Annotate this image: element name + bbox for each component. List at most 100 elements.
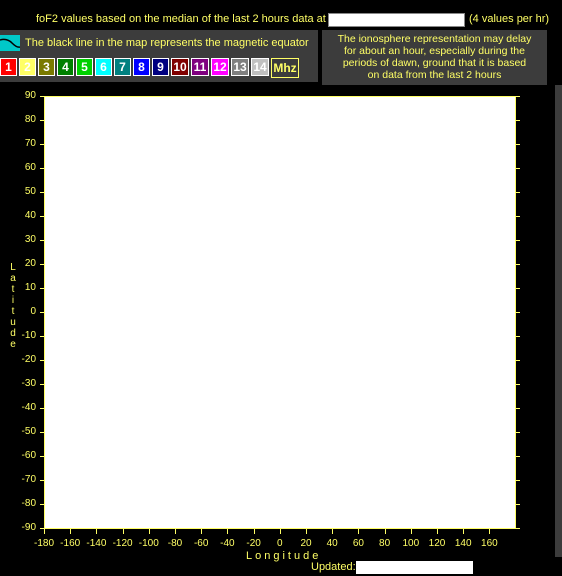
scale-swatch-2: 2 <box>19 58 36 76</box>
latitude-tick-mark <box>40 432 44 433</box>
latitude-tick-label: 40 <box>24 210 36 221</box>
longitude-tick-mark <box>306 529 307 534</box>
longitude-tick-mark <box>149 529 150 534</box>
longitude-tick-mark <box>358 529 359 534</box>
scale-swatch-10: 10 <box>171 58 189 76</box>
latitude-tick-mark <box>516 192 520 193</box>
latitude-tick-mark <box>40 144 44 145</box>
latitude-tick-mark <box>40 504 44 505</box>
latitude-tick-mark <box>40 192 44 193</box>
latitude-tick-mark <box>40 456 44 457</box>
latitude-tick-label: 80 <box>24 114 36 125</box>
latitude-title-letter: d <box>10 328 16 339</box>
longitude-tick-mark <box>44 529 45 534</box>
latitude-tick-mark <box>40 240 44 241</box>
longitude-tick-mark <box>201 529 202 534</box>
latitude-tick-mark <box>40 384 44 385</box>
scale-swatch-8: 8 <box>133 58 150 76</box>
note-panel: The ionosphere representation may delay … <box>322 30 547 85</box>
equator-text: The black line in the map represents the… <box>25 37 309 49</box>
scale-swatch-9: 9 <box>152 58 169 76</box>
scale-swatch-14: 14 <box>251 58 269 76</box>
scale-swatch-5: 5 <box>76 58 93 76</box>
scrollbar[interactable] <box>555 85 562 557</box>
longitude-tick-mark <box>70 529 71 534</box>
latitude-tick-mark <box>40 480 44 481</box>
latitude-title-letter: L <box>10 262 16 273</box>
latitude-tick-mark <box>516 360 520 361</box>
latitude-tick-mark <box>516 120 520 121</box>
note-line: The ionosphere representation may delay <box>337 33 532 45</box>
latitude-tick-mark <box>516 528 520 529</box>
latitude-tick-mark <box>516 96 520 97</box>
longitude-tick-mark <box>254 529 255 534</box>
latitude-tick-label: 70 <box>24 138 36 149</box>
longitude-tick-label: 160 <box>481 538 498 549</box>
latitude-title-letter: a <box>10 273 16 284</box>
frequency-scale: 1 2 3 4 5 6 7 8 9 10 11 12 13 14 Mhz <box>0 58 299 81</box>
latitude-tick-label: -20 <box>21 354 36 365</box>
latitude-tick-mark <box>40 360 44 361</box>
latitude-tick-mark <box>40 120 44 121</box>
latitude-tick-mark <box>40 336 44 337</box>
timestamp-field <box>328 13 465 27</box>
latitude-tick-mark <box>40 408 44 409</box>
latitude-tick-mark <box>40 312 44 313</box>
rate-label: (4 values per hr) <box>469 13 550 25</box>
latitude-tick-label: -70 <box>21 474 36 485</box>
latitude-tick-label: -50 <box>21 426 36 437</box>
latitude-title-letter: u <box>10 317 16 328</box>
longitude-tick-mark <box>175 529 176 534</box>
latitude-tick-mark <box>516 312 520 313</box>
latitude-title-letter: t <box>11 306 15 317</box>
updated-label: Updated: <box>311 561 356 573</box>
note-line: for about an hour, especially during the <box>344 45 525 57</box>
longitude-tick-mark <box>385 529 386 534</box>
longitude-tick-mark <box>489 529 490 534</box>
magnetic-equator-icon <box>0 35 20 51</box>
longitude-tick-mark <box>411 529 412 534</box>
latitude-tick-mark <box>516 336 520 337</box>
latitude-tick-mark <box>516 168 520 169</box>
latitude-tick-mark <box>516 288 520 289</box>
latitude-tick-mark <box>40 288 44 289</box>
longitude-tick-mark <box>96 529 97 534</box>
scale-swatch-4: 4 <box>57 58 74 76</box>
longitude-tick-mark <box>463 529 464 534</box>
latitude-tick-mark <box>516 240 520 241</box>
scale-swatch-3: 3 <box>38 58 55 76</box>
latitude-tick-mark <box>516 384 520 385</box>
longitude-tick-mark <box>332 529 333 534</box>
latitude-tick-label: 90 <box>24 90 36 101</box>
longitude-tick-mark <box>280 529 281 534</box>
latitude-tick-mark <box>516 456 520 457</box>
latitude-tick-label: -90 <box>21 522 36 533</box>
scale-swatch-6: 6 <box>95 58 112 76</box>
scale-swatch-13: 13 <box>231 58 249 76</box>
latitude-tick-mark <box>516 216 520 217</box>
latitude-title-letter: e <box>10 339 16 350</box>
latitude-tick-mark <box>516 264 520 265</box>
header-title: foF2 values based on the median of the l… <box>36 13 326 25</box>
latitude-title-letter: i <box>11 295 15 306</box>
updated-field <box>356 561 473 574</box>
longitude-tick-mark <box>227 529 228 534</box>
latitude-tick-label: -80 <box>21 498 36 509</box>
map-area[interactable] <box>45 97 515 528</box>
latitude-tick-mark <box>516 144 520 145</box>
latitude-tick-mark <box>516 480 520 481</box>
scale-swatch-7: 7 <box>114 58 131 76</box>
latitude-tick-mark <box>516 504 520 505</box>
scale-swatch-1: 1 <box>0 58 17 76</box>
latitude-tick-label: 30 <box>24 234 36 245</box>
latitude-tick-mark <box>516 408 520 409</box>
latitude-tick-label: 60 <box>24 162 36 173</box>
latitude-tick-mark <box>516 432 520 433</box>
longitude-tick-mark <box>123 529 124 534</box>
note-line: periods of dawn, ground that it is based <box>342 57 527 69</box>
latitude-tick-mark <box>40 216 44 217</box>
delay-note: The ionosphere representation may delay … <box>322 33 547 81</box>
latitude-title-letter: t <box>11 284 15 295</box>
longitude-tick-mark <box>437 529 438 534</box>
latitude-tick-label: 50 <box>24 186 36 197</box>
